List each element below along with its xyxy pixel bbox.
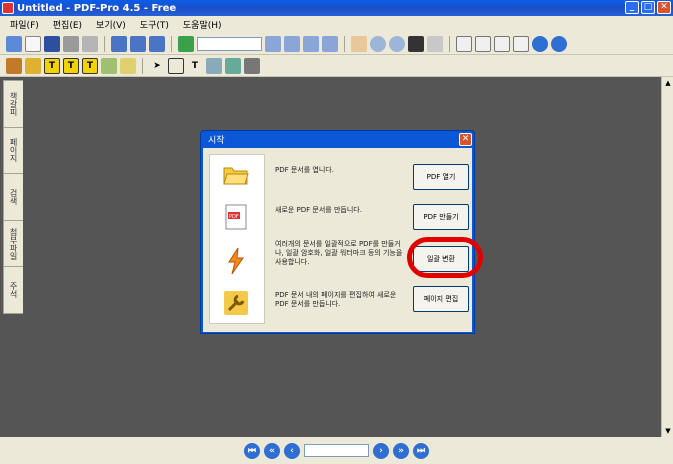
- tab-bookmarks[interactable]: 책갈피: [3, 80, 23, 128]
- dialog-title: 시작: [208, 136, 225, 146]
- open-icon[interactable]: [6, 35, 22, 52]
- menu-bar: 파일(F) 편집(E) 보기(V) 도구(T) 도움말(H): [0, 16, 673, 32]
- edit-toolbar: T T T ➤ T: [0, 55, 673, 77]
- fit-height-icon[interactable]: [322, 35, 338, 52]
- continuous-icon[interactable]: [475, 35, 491, 52]
- folder-open-icon: [222, 161, 250, 189]
- svg-text:PDF: PDF: [229, 214, 239, 220]
- prev-fast-icon[interactable]: «: [264, 442, 280, 459]
- side-panel-tabs: 책갈피 페이지 검색 첨부파일 주석: [3, 80, 23, 314]
- maximize-button[interactable]: □: [641, 1, 655, 14]
- last-page-icon[interactable]: ⏭: [413, 442, 429, 459]
- window-title: Untitled - PDF-Pro 4.5 - Free: [17, 2, 177, 14]
- zoom-in-icon[interactable]: [370, 35, 386, 52]
- close-button[interactable]: ✕: [657, 1, 671, 14]
- menu-tools[interactable]: 도구(T): [140, 18, 169, 31]
- lightning-icon: [222, 247, 250, 275]
- option-create-text: 새로운 PDF 문서를 만듭니다.: [275, 206, 362, 214]
- page-add-icon[interactable]: [111, 35, 127, 52]
- create-pdf-button[interactable]: PDF 만들기: [413, 204, 469, 230]
- rotate-icon[interactable]: [427, 35, 443, 52]
- red-circle-annotation: [407, 237, 483, 278]
- text-area-icon[interactable]: T: [82, 57, 98, 74]
- save-icon[interactable]: [44, 35, 60, 52]
- page-navigation-bar: ⏮ « ‹ › » ⏭: [0, 437, 673, 464]
- fit-width-icon[interactable]: [284, 35, 300, 52]
- next-page-icon[interactable]: ›: [373, 442, 389, 459]
- edit-pages-button[interactable]: 페이지 편집: [413, 286, 469, 312]
- pdf-document-icon: PDF: [222, 203, 250, 231]
- scroll-up-arrow[interactable]: ▲: [662, 77, 673, 89]
- new-icon[interactable]: [25, 35, 41, 52]
- vertical-scrollbar[interactable]: ▲ ▼: [661, 77, 673, 437]
- tab-pages[interactable]: 페이지: [3, 126, 23, 175]
- pencil-icon[interactable]: [101, 57, 117, 74]
- print-preview-icon[interactable]: [82, 35, 98, 52]
- first-page-icon[interactable]: ⏮: [244, 442, 260, 459]
- option-edit-text: PDF 문서 내의 페이지를 편집하여 새로운 PDF 문서를 만듭니다.: [275, 291, 397, 308]
- print-icon[interactable]: [63, 35, 79, 52]
- image-select-icon[interactable]: [206, 57, 222, 74]
- camera-icon[interactable]: [244, 57, 260, 74]
- tab-attachments[interactable]: 첨부파일: [3, 219, 23, 268]
- start-dialog: 시작 ✕ PDF PDF 문서를 엽니다. PDF 열기 새로운 PDF 문서를…: [200, 130, 475, 334]
- menu-view[interactable]: 보기(V): [96, 18, 126, 31]
- select-arrow-icon[interactable]: ➤: [149, 58, 165, 74]
- page-extract-icon[interactable]: [130, 35, 146, 52]
- snapshot-icon[interactable]: [408, 35, 424, 52]
- tab-search[interactable]: 검색: [3, 173, 23, 221]
- app-icon: [2, 2, 14, 14]
- option-open-text: PDF 문서를 엽니다.: [275, 166, 334, 174]
- open-pdf-button[interactable]: PDF 열기: [413, 164, 469, 190]
- text-select-icon[interactable]: T: [187, 58, 203, 74]
- zoom-out-icon[interactable]: [389, 35, 405, 52]
- dialog-close-button[interactable]: ✕: [459, 133, 472, 146]
- menu-file[interactable]: 파일(F): [10, 18, 39, 31]
- back-icon[interactable]: [532, 35, 548, 52]
- page-number-input[interactable]: [197, 36, 262, 51]
- menu-help[interactable]: 도움말(H): [183, 18, 222, 31]
- single-page-icon[interactable]: [456, 35, 472, 52]
- menu-edit[interactable]: 편집(E): [53, 18, 82, 31]
- next-fast-icon[interactable]: »: [393, 442, 409, 459]
- page-copy-icon[interactable]: [149, 35, 165, 52]
- wrench-icon: [222, 289, 250, 317]
- prev-page-icon[interactable]: ‹: [284, 442, 300, 459]
- continuous-facing-icon[interactable]: [513, 35, 529, 52]
- actual-size-icon[interactable]: [303, 35, 319, 52]
- highlight-icon[interactable]: [25, 57, 41, 74]
- crop-icon[interactable]: [168, 57, 184, 74]
- option-batch-text: 여러개의 문서를 일괄적으로 PDF를 만들거나, 일괄 암호화, 일괄 워터마…: [275, 240, 403, 266]
- graphic-select-icon[interactable]: [225, 57, 241, 74]
- option-icon-panel: PDF: [209, 154, 265, 324]
- forward-icon[interactable]: [551, 35, 567, 52]
- text-field-icon[interactable]: T: [63, 57, 79, 74]
- main-toolbar: [0, 33, 673, 55]
- page-indicator-input[interactable]: [304, 444, 369, 457]
- goto-page-icon[interactable]: [178, 35, 194, 52]
- tab-annotations[interactable]: 주석: [3, 266, 23, 314]
- hand-tool-icon[interactable]: [351, 35, 367, 52]
- facing-icon[interactable]: [494, 35, 510, 52]
- text-box-icon[interactable]: T: [44, 57, 60, 74]
- title-bar: Untitled - PDF-Pro 4.5 - Free _ □ ✕: [0, 0, 673, 16]
- fit-page-icon[interactable]: [265, 35, 281, 52]
- scroll-down-arrow[interactable]: ▼: [662, 425, 673, 437]
- insert-image-icon[interactable]: [120, 57, 136, 74]
- minimize-button[interactable]: _: [625, 1, 639, 14]
- stamp-icon[interactable]: [6, 57, 22, 74]
